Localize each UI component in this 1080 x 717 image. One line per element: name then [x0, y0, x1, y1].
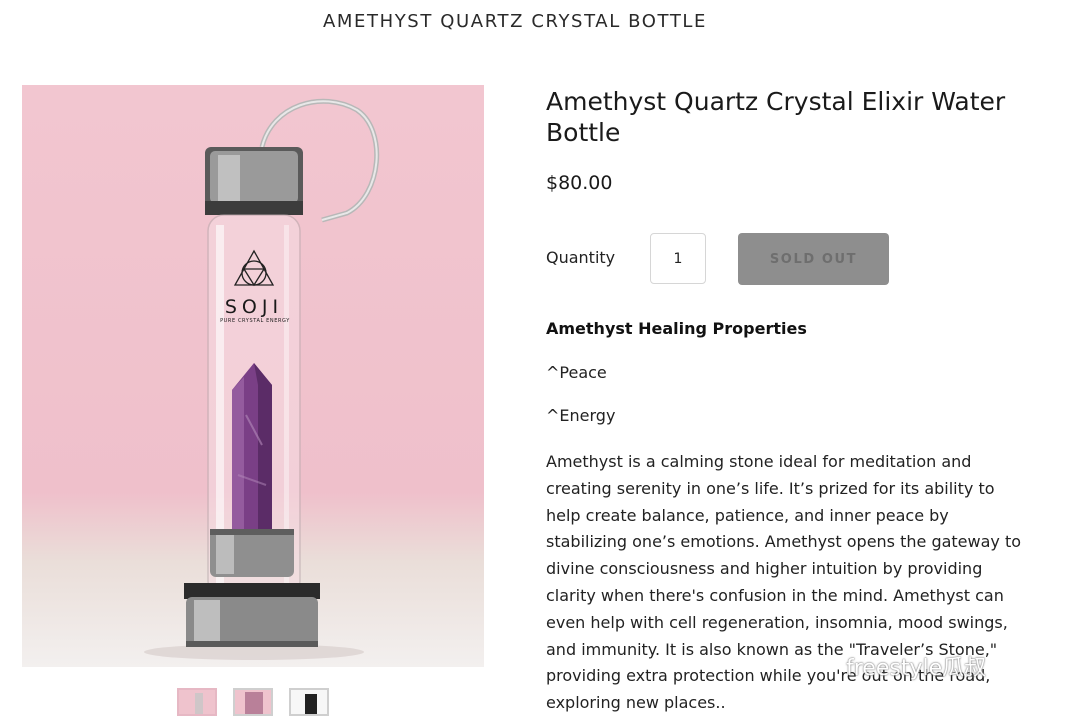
page-header-title: AMETHYST QUARTZ CRYSTAL BOTTLE — [322, 11, 708, 32]
thumbnail-bottle-icon — [245, 692, 263, 714]
thumbnail-2[interactable] — [233, 688, 273, 716]
product-title: Amethyst Quartz Crystal Elixir Water Bot… — [546, 87, 1006, 147]
bottle-tagline-text: PURE CRYSTAL ENERGY — [220, 318, 290, 324]
bottle-brand-text: SOJI — [225, 296, 283, 318]
bottle-illustration: SOJI PURE CRYSTAL ENERGY — [144, 98, 380, 660]
thumbnail-bottle-icon — [195, 693, 203, 714]
thumbnail-gallery — [177, 688, 329, 716]
sold-out-button[interactable]: SOLD OUT — [738, 233, 889, 285]
thumbnail-1[interactable] — [177, 688, 217, 716]
property-peace: ^Peace — [546, 363, 607, 382]
watermark-text: freestyle瓜叔 — [846, 656, 987, 681]
property-energy: ^Energy — [546, 406, 616, 425]
thumbnail-3[interactable] — [289, 688, 329, 716]
thumbnail-bottle-icon — [305, 694, 317, 714]
product-price: $80.00 — [546, 172, 613, 194]
quantity-input[interactable] — [650, 233, 706, 284]
quantity-label: Quantity — [546, 248, 616, 267]
description-heading: Amethyst Healing Properties — [546, 319, 807, 338]
product-main-image[interactable]: SOJI PURE CRYSTAL ENERGY — [22, 85, 484, 667]
